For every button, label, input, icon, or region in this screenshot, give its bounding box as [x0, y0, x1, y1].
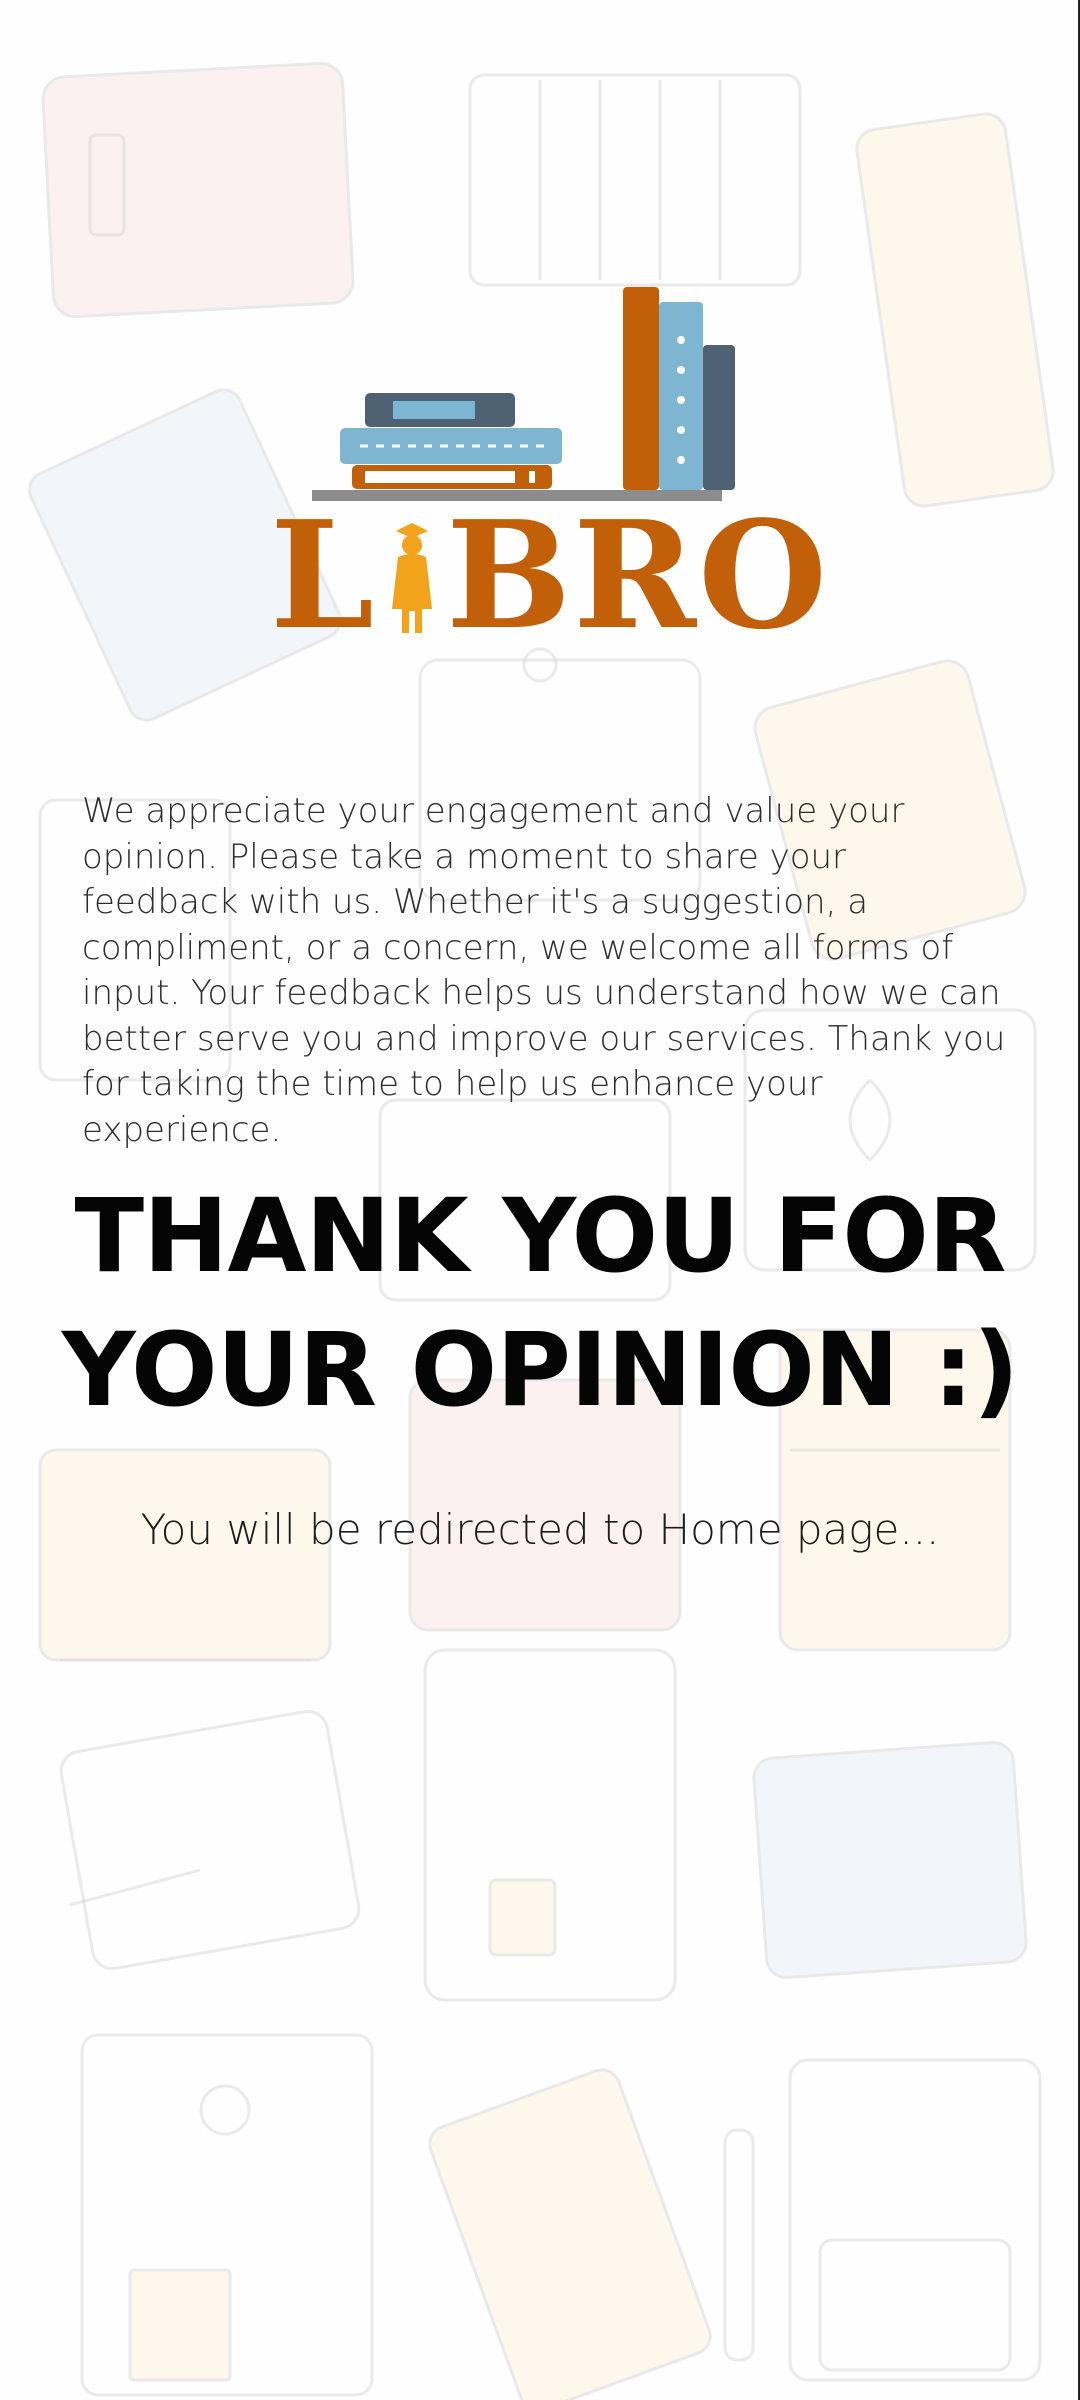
stacked-book-middle — [340, 428, 562, 464]
bookshelf-icon — [312, 287, 735, 501]
notebook-doodle-13 — [59, 1709, 361, 1971]
notebook-doodle-15 — [752, 1741, 1028, 1979]
wordmark-letters-bro: BRO — [446, 488, 830, 662]
thank-you-headline: THANK YOU FOR YOUR OPINION :) — [40, 1170, 1040, 1438]
notebook-doodle-18 — [723, 2058, 1042, 2382]
notebook-doodle-14 — [423, 1648, 677, 2002]
standing-book-orange — [623, 287, 659, 490]
notebook-doodle-17 — [428, 2068, 712, 2400]
feedback-intro-paragraph: We appreciate your engagement and value … — [82, 791, 1006, 1150]
redirect-message: You will be redirected to Home page... — [140, 1505, 940, 1554]
wordmark-letter-l: L — [270, 488, 377, 662]
libro-wordmark: L BRO — [270, 488, 827, 662]
graduate-figure-icon — [376, 505, 446, 645]
feedback-thank-you-screen: L BRO We appreciate your engagement and … — [0, 0, 1080, 2400]
thank-you-headline-line-2: YOUR OPINION :) — [61, 1311, 1020, 1430]
libro-logo: L BRO — [270, 280, 827, 662]
notebook-doodle-3 — [855, 112, 1055, 508]
standing-book-slate — [703, 345, 735, 490]
notebook-doodle-16 — [80, 2033, 374, 2397]
thank-you-headline-line-1: THANK YOU FOR — [74, 1177, 1007, 1296]
notebook-doodle-2 — [468, 73, 802, 287]
